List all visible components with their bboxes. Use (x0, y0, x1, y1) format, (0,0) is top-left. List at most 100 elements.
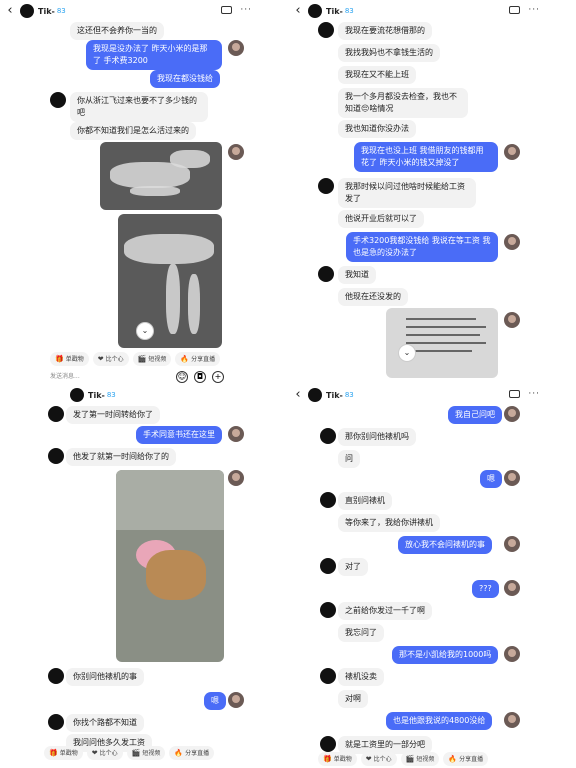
message-bubble[interactable]: 你从浙江飞过来也要不了多少钱的吧 (70, 92, 208, 122)
message-bubble[interactable]: 直别问裱机 (338, 492, 392, 510)
message-bubble[interactable]: 问 (338, 450, 360, 468)
message-bubble[interactable]: 我现在也没上班 我借朋友的钱都用花了 昨天小米的钱又掉没了 (354, 142, 498, 172)
message-bubble[interactable]: 我忘问了 (338, 624, 384, 642)
my-avatar[interactable] (228, 426, 244, 442)
contact-avatar[interactable] (320, 668, 336, 684)
my-avatar[interactable] (228, 470, 244, 486)
message-bubble[interactable]: 嗯 (204, 692, 226, 710)
my-avatar[interactable] (504, 712, 520, 728)
my-avatar[interactable] (504, 646, 520, 662)
plus-icon[interactable]: + (212, 371, 224, 383)
video-call-icon[interactable] (221, 6, 233, 14)
my-avatar[interactable] (504, 536, 520, 552)
my-avatar[interactable] (504, 312, 520, 328)
video-call-icon[interactable] (509, 390, 521, 398)
message-bubble[interactable]: 我那时候以问过他啥时候能给工资发了 (338, 178, 476, 208)
message-bubble[interactable]: 你别问他裱机的事 (66, 668, 144, 686)
message-bubble[interactable]: 之前给你发过一千了啊 (338, 602, 432, 620)
document-photo[interactable]: ⌄ (386, 308, 498, 378)
contact-avatar[interactable] (70, 388, 84, 402)
more-icon[interactable]: ··· (528, 5, 540, 15)
scroll-down-icon[interactable]: ⌄ (136, 322, 154, 340)
message-list[interactable]: 这还但不会养你一当的 我现是没办法了 昨天小米的是那 了 手术费3200 我现在… (0, 22, 288, 352)
contact-name[interactable]: Tik- (326, 7, 343, 16)
my-avatar[interactable] (504, 144, 520, 160)
xray-image[interactable]: ⌄ (118, 214, 222, 348)
message-bubble[interactable]: 也是他跟我说的4800没给 (386, 712, 493, 730)
message-bubble[interactable]: 嗯 (480, 470, 502, 488)
quick-chip[interactable]: ❤ 比个心 (86, 746, 123, 760)
my-avatar[interactable] (228, 692, 244, 708)
quick-chip[interactable]: 🎁 单戳物 (318, 752, 357, 766)
chevron-left-icon[interactable]: ‹ (288, 0, 308, 22)
contact-avatar[interactable] (48, 668, 64, 684)
message-list[interactable]: 发了第一时间转给你了 手术同意书还在这里 他发了就第一时间给你了的 你别问他裱机… (0, 406, 288, 752)
contact-avatar[interactable] (320, 736, 336, 752)
message-bubble[interactable]: 手术同意书还在这里 (136, 426, 222, 444)
quick-chip[interactable]: 🎁 单戳物 (44, 746, 83, 760)
contact-avatar[interactable] (48, 448, 64, 464)
message-bubble[interactable]: 他发了就第一时间给你了的 (66, 448, 176, 466)
my-avatar[interactable] (504, 406, 520, 422)
contact-avatar[interactable] (320, 492, 336, 508)
quick-chip[interactable]: 🔥 分享直播 (175, 352, 221, 366)
message-bubble[interactable]: 我现在要流花想借那的 (338, 22, 432, 40)
more-icon[interactable]: ··· (528, 389, 540, 399)
message-bubble[interactable]: 你都不知道我们是怎么活过来的 (70, 122, 196, 140)
my-avatar[interactable] (504, 580, 520, 596)
message-bubble[interactable]: 裱机没卖 (338, 668, 384, 686)
message-bubble[interactable]: 那不是小凯给我的1000吗 (392, 646, 499, 664)
message-bubble[interactable]: 我找我妈也不拿钱生活的 (338, 44, 440, 62)
video-call-icon[interactable] (509, 6, 521, 14)
message-bubble[interactable]: 放心我不会问裱机的事 (398, 536, 492, 554)
quick-chip[interactable]: 🎬 短视频 (400, 752, 440, 766)
contact-avatar[interactable] (320, 428, 336, 444)
contact-name[interactable]: Tik- (38, 7, 55, 16)
quick-chip[interactable]: 🎬 短视频 (126, 746, 166, 760)
message-bubble[interactable]: 对啊 (338, 690, 368, 708)
message-bubble[interactable]: 我现在都没钱给 (150, 70, 220, 88)
my-avatar[interactable] (228, 144, 244, 160)
image-icon[interactable]: ◘ (194, 371, 206, 383)
message-bubble[interactable]: 他说开业后就可以了 (338, 210, 424, 228)
message-bubble[interactable]: 我也知道你没办法 (338, 120, 416, 138)
message-list[interactable]: 我自己问吧 那你别问他裱机吗 问 嗯 直别问裱机 等你来了，我给你讲裱机 放心我… (288, 406, 576, 754)
message-bubble[interactable]: 这还但不会养你一当的 (70, 22, 164, 40)
contact-name[interactable]: Tik- (326, 391, 343, 400)
message-bubble[interactable]: 我现是没办法了 昨天小米的是那 了 手术费3200 (86, 40, 222, 70)
message-bubble[interactable]: 发了第一时间转给你了 (66, 406, 160, 424)
message-bubble[interactable]: 你找个路都不知道 (66, 714, 144, 732)
message-list[interactable]: 我现在要流花想借那的 我找我妈也不拿钱生活的 我现在又不能上班 我一个多月都没去… (288, 22, 576, 378)
quick-chip[interactable]: 🎬 短视频 (132, 352, 172, 366)
message-bubble[interactable]: 对了 (338, 558, 368, 576)
xray-image[interactable] (100, 142, 222, 210)
chevron-left-icon[interactable]: ‹ (288, 384, 308, 406)
contact-avatar[interactable] (320, 558, 336, 574)
message-bubble[interactable]: 我知道 (338, 266, 376, 284)
quick-chip[interactable]: ❤ 比个心 (92, 352, 129, 366)
contact-avatar[interactable] (50, 92, 66, 108)
more-icon[interactable]: ··· (240, 5, 252, 15)
quick-chip[interactable]: 🔥 分享直播 (443, 752, 489, 766)
message-bubble[interactable]: 等你来了，我给你讲裱机 (338, 514, 440, 532)
message-bubble[interactable]: 我现在又不能上班 (338, 66, 416, 84)
dog-photo[interactable] (116, 470, 224, 662)
contact-name[interactable]: Tik- (88, 391, 105, 400)
my-avatar[interactable] (504, 234, 520, 250)
contact-avatar[interactable] (318, 22, 334, 38)
contact-avatar[interactable] (320, 602, 336, 618)
my-avatar[interactable] (504, 470, 520, 486)
message-bubble[interactable]: 我一个多月都没去检查，我也不知道😔啥情况 (338, 88, 468, 118)
message-bubble[interactable]: 那你别问他裱机吗 (338, 428, 416, 446)
message-bubble[interactable]: ??? (472, 580, 499, 598)
contact-avatar[interactable] (318, 178, 334, 194)
quick-chip[interactable]: 🎁 单戳物 (50, 352, 89, 366)
contact-avatar[interactable] (20, 4, 34, 18)
contact-avatar[interactable] (48, 406, 64, 422)
scroll-down-icon[interactable]: ⌄ (398, 344, 416, 362)
chevron-left-icon[interactable]: ‹ (0, 0, 20, 22)
contact-avatar[interactable] (318, 266, 334, 282)
emoji-icon[interactable]: ☺ (176, 371, 188, 383)
message-bubble[interactable]: 手术3200我都没钱给 我说在等工资 我也是急的没办法了 (346, 232, 498, 262)
contact-avatar[interactable] (308, 4, 322, 18)
